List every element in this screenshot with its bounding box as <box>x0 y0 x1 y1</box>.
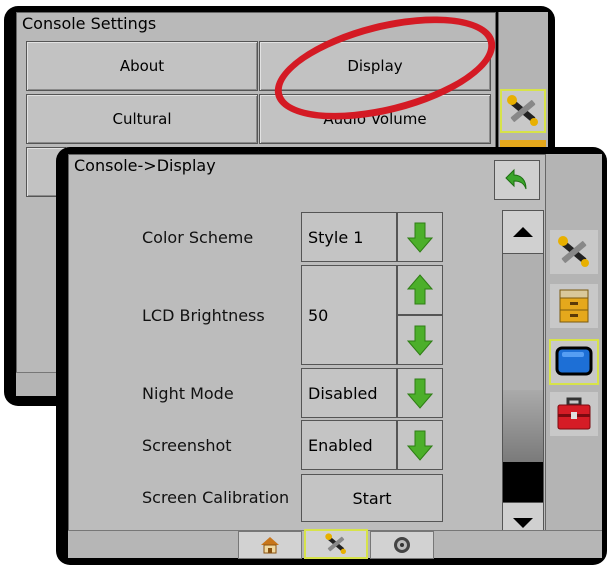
scroll-down-icon <box>513 518 533 528</box>
night-mode-value[interactable]: Disabled <box>301 368 397 418</box>
color-scheme-dropdown-button[interactable] <box>397 212 443 262</box>
gnss-tab[interactable] <box>370 531 434 559</box>
scrollbar-shade <box>503 390 543 462</box>
cultural-button-label: Cultural <box>112 110 172 128</box>
home-tab[interactable] <box>238 531 302 559</box>
arrow-down-icon <box>407 325 433 356</box>
screen-calibration-label: Screen Calibration <box>142 488 290 507</box>
console-settings-title: Console Settings <box>22 14 157 33</box>
arrow-down-icon <box>407 430 433 461</box>
arrow-up-icon <box>407 274 433 305</box>
screenshot-value-text: Enabled <box>308 435 373 455</box>
toolbox-icon <box>557 397 591 430</box>
night-mode-value-text: Disabled <box>308 383 378 403</box>
display-tab[interactable] <box>549 339 599 385</box>
about-button-label: About <box>119 57 165 75</box>
tools-icon <box>558 236 589 267</box>
lcd-brightness-increase-button[interactable] <box>397 265 443 315</box>
back-arrow-icon <box>505 168 527 190</box>
bg-tools-tab[interactable] <box>500 89 546 133</box>
screenshot-dropdown-button[interactable] <box>397 420 443 470</box>
lcd-brightness-value-text: 50 <box>308 305 329 325</box>
tools-icon <box>325 533 346 554</box>
screen-calibration-start-button[interactable]: Start <box>301 474 443 522</box>
tools-bottom-tab[interactable] <box>304 529 368 559</box>
display-window-title: Console->Display <box>74 156 216 175</box>
scroll-up-icon <box>513 227 533 237</box>
screenshot-value[interactable]: Enabled <box>301 420 397 470</box>
back-button[interactable] <box>494 160 540 200</box>
cultural-button[interactable]: Cultural <box>26 94 258 144</box>
file-cabinet-tab[interactable] <box>550 284 598 328</box>
file-cabinet-icon <box>559 289 589 323</box>
night-mode-dropdown-button[interactable] <box>397 368 443 418</box>
tools-tab[interactable] <box>550 230 598 274</box>
toolbox-tab[interactable] <box>550 392 598 436</box>
display-icon <box>555 346 593 376</box>
screenshot-label: Screenshot <box>142 436 232 455</box>
scrollbar-thumb[interactable] <box>503 462 543 502</box>
tools-icon <box>507 95 538 126</box>
lcd-brightness-value[interactable]: 50 <box>301 265 397 365</box>
about-button[interactable]: About <box>26 41 258 91</box>
scroll-up-button[interactable] <box>502 210 544 254</box>
lcd-brightness-decrease-button[interactable] <box>397 315 443 365</box>
gnss-icon <box>394 537 410 553</box>
color-scheme-value[interactable]: Style 1 <box>301 212 397 262</box>
night-mode-label: Night Mode <box>142 384 234 403</box>
arrow-down-icon <box>407 378 433 409</box>
start-button-label: Start <box>352 488 392 508</box>
home-icon <box>261 537 279 554</box>
color-scheme-label: Color Scheme <box>142 228 254 247</box>
arrow-down-icon <box>407 222 433 253</box>
lcd-brightness-label: LCD Brightness <box>142 306 265 325</box>
color-scheme-value-text: Style 1 <box>308 227 364 247</box>
